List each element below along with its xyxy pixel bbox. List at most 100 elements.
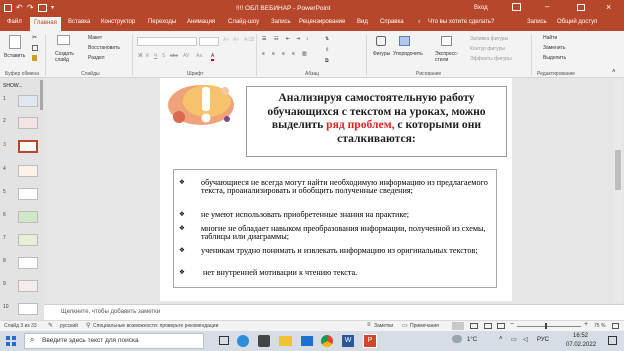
fit-slide-icon[interactable] bbox=[612, 323, 619, 329]
shape-effects-button[interactable]: Эффекты фигуры bbox=[470, 56, 512, 62]
slide-thumbnail[interactable] bbox=[18, 257, 38, 269]
find-button[interactable]: Найти bbox=[543, 35, 557, 41]
paste-icon[interactable] bbox=[9, 35, 21, 49]
align-text-icon[interactable]: ⇳ bbox=[325, 47, 329, 53]
task-view-icon[interactable] bbox=[219, 336, 229, 345]
sign-in-link[interactable]: Вход bbox=[474, 5, 488, 11]
share-button[interactable]: Общий доступ bbox=[557, 19, 597, 25]
windows-start-icon[interactable] bbox=[6, 336, 16, 346]
weather-icon[interactable] bbox=[452, 335, 462, 343]
slide-thumbnail[interactable] bbox=[18, 165, 38, 177]
font-size-select[interactable] bbox=[199, 37, 219, 46]
redo-icon[interactable]: ↷ bbox=[27, 3, 34, 12]
store-icon[interactable] bbox=[258, 335, 270, 347]
cut-icon[interactable]: ✂ bbox=[32, 34, 37, 41]
word-icon[interactable]: W bbox=[342, 335, 354, 347]
align-center-icon[interactable]: ≡ bbox=[272, 51, 275, 57]
slide-scrollbar-thumb[interactable] bbox=[615, 150, 621, 190]
select-button[interactable]: Выделить bbox=[543, 55, 566, 61]
slide-thumbnail[interactable] bbox=[18, 303, 38, 315]
slide-thumbnail[interactable] bbox=[18, 211, 38, 223]
tell-me-input[interactable]: Что вы хотите сделать? bbox=[428, 19, 494, 25]
tab-home[interactable]: Главная bbox=[30, 17, 61, 31]
network-icon[interactable]: ▭ bbox=[511, 336, 517, 343]
undo-icon[interactable]: ↶ bbox=[16, 3, 23, 12]
arrange-button[interactable]: Упорядочить bbox=[393, 51, 423, 57]
increase-indent-icon[interactable]: ⇥ bbox=[296, 36, 300, 42]
new-slide-button[interactable]: Создать слайд bbox=[55, 51, 77, 63]
clock-date[interactable]: 07.02.2022 bbox=[566, 342, 596, 348]
slide-thumbnail[interactable] bbox=[18, 95, 38, 107]
minimize-icon[interactable]: – bbox=[545, 2, 549, 11]
edge-icon[interactable] bbox=[237, 335, 249, 347]
replace-button[interactable]: Заменить bbox=[543, 45, 565, 51]
bold-icon[interactable]: Ж bbox=[138, 53, 143, 59]
notifications-icon[interactable] bbox=[608, 336, 617, 345]
shapes-button[interactable]: Фигуры bbox=[373, 51, 390, 57]
notes-toggle[interactable]: Заметки bbox=[374, 323, 393, 329]
file-explorer-icon[interactable] bbox=[279, 336, 292, 346]
slideshow-icon[interactable] bbox=[38, 4, 47, 12]
tab-file[interactable]: Файл bbox=[7, 19, 22, 25]
tab-insert[interactable]: Вставка bbox=[68, 19, 90, 25]
align-right-icon[interactable]: ≡ bbox=[282, 51, 285, 57]
zoom-out-icon[interactable]: − bbox=[510, 321, 514, 328]
spellcheck-icon[interactable]: ✎ bbox=[48, 322, 53, 329]
layout-button[interactable]: Макет bbox=[88, 35, 102, 41]
accessibility-icon[interactable]: ⚲ bbox=[86, 322, 90, 329]
system-tray-chevron-icon[interactable]: ˄ bbox=[499, 336, 503, 342]
underline-icon[interactable]: Ч bbox=[154, 53, 157, 59]
italic-icon[interactable]: К bbox=[146, 53, 149, 59]
zoom-slider-thumb[interactable] bbox=[545, 323, 547, 329]
quick-styles-button[interactable]: Экспресс-стили bbox=[435, 51, 458, 63]
new-slide-icon[interactable] bbox=[57, 35, 70, 45]
shadow-icon[interactable]: S bbox=[162, 53, 165, 59]
tab-animations[interactable]: Анимация bbox=[187, 19, 215, 25]
notes-placeholder[interactable]: Щелкните, чтобы добавить заметки bbox=[61, 309, 160, 315]
section-button[interactable]: Раздел bbox=[88, 55, 105, 61]
justify-icon[interactable]: ≡ bbox=[292, 51, 295, 57]
change-case-icon[interactable]: Aa bbox=[196, 53, 202, 59]
font-color-icon[interactable]: A bbox=[211, 53, 215, 61]
comments-icon[interactable]: ▭ bbox=[402, 322, 408, 329]
align-left-icon[interactable]: ≡ bbox=[262, 51, 265, 57]
chrome-icon[interactable] bbox=[321, 335, 333, 347]
slide-thumbnail[interactable] bbox=[18, 188, 38, 200]
tab-view[interactable]: Вид bbox=[357, 19, 368, 25]
slide-thumbnail[interactable] bbox=[18, 234, 38, 246]
line-spacing-icon[interactable]: ↕ bbox=[306, 36, 309, 42]
normal-view-icon[interactable] bbox=[452, 322, 464, 330]
shapes-icon[interactable] bbox=[376, 36, 386, 46]
grow-font-icon[interactable]: A˄ bbox=[223, 37, 229, 43]
arrange-icon[interactable] bbox=[399, 36, 410, 46]
slide-scrollbar[interactable] bbox=[614, 80, 622, 302]
quick-styles-icon[interactable] bbox=[441, 36, 452, 46]
thumbnail-scrollbar[interactable] bbox=[40, 80, 43, 110]
shape-outline-button[interactable]: Контур фигуры bbox=[470, 46, 505, 52]
keyboard-language[interactable]: РУС bbox=[537, 337, 549, 343]
section-header[interactable]: SHOW... bbox=[3, 83, 22, 89]
close-icon[interactable]: × bbox=[606, 2, 611, 12]
reset-button[interactable]: Восстановить bbox=[88, 45, 120, 51]
powerpoint-icon[interactable]: P bbox=[363, 334, 377, 348]
taskbar-search-placeholder[interactable]: Введите здесь текст для поиска bbox=[42, 337, 139, 344]
tab-help[interactable]: Справка bbox=[380, 19, 404, 25]
clear-format-icon[interactable]: A⌫ bbox=[244, 37, 254, 43]
numbering-icon[interactable]: ☷ bbox=[274, 36, 278, 42]
language-indicator[interactable]: русский bbox=[60, 323, 78, 329]
slideshow-view-icon[interactable] bbox=[497, 323, 505, 329]
tab-slideshow[interactable]: Слайд-шоу bbox=[228, 19, 259, 25]
zoom-level[interactable]: 75 % bbox=[594, 323, 605, 329]
decrease-indent-icon[interactable]: ⇤ bbox=[286, 36, 290, 42]
slide-thumbnail-active[interactable] bbox=[18, 140, 38, 153]
record-button[interactable]: Запись bbox=[527, 19, 547, 25]
comments-toggle[interactable]: Примечания bbox=[410, 323, 439, 329]
copy-icon[interactable] bbox=[32, 45, 38, 51]
temperature[interactable]: 1°C bbox=[467, 337, 477, 343]
char-spacing-icon[interactable]: AV bbox=[183, 53, 189, 59]
tab-record[interactable]: Запись bbox=[271, 19, 291, 25]
smartart-icon[interactable]: ⧉ bbox=[325, 58, 329, 64]
maximize-icon[interactable] bbox=[577, 4, 585, 11]
ribbon-display-icon[interactable] bbox=[512, 3, 521, 11]
notes-toggle-icon[interactable]: ≡ bbox=[367, 322, 371, 328]
